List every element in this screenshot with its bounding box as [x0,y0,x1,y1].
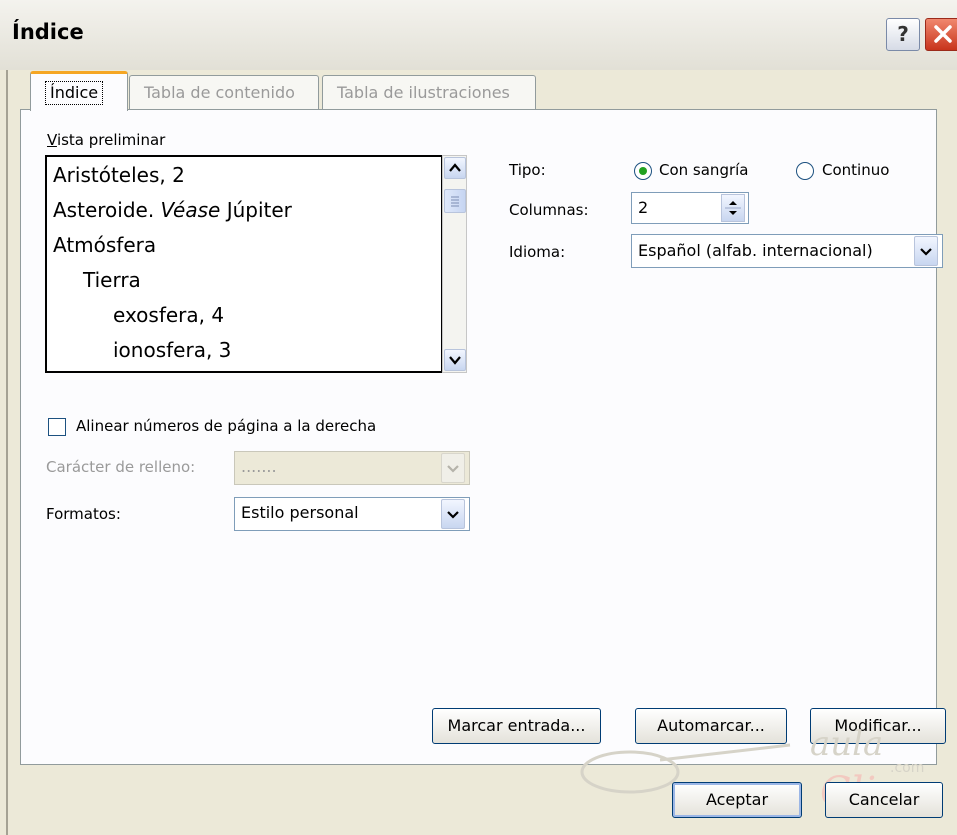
idioma-label: Idioma: [509,243,566,261]
preview-line: Aristóteles, 2 [53,163,185,187]
tab-indice[interactable]: Índice [30,71,128,111]
chevron-down-icon [447,465,459,473]
radio-continuo-label: Continuo [822,161,890,179]
columnas-label: Columnas: [509,201,589,219]
spin-buttons[interactable] [721,194,745,222]
relleno-dropdown-button [441,453,465,483]
relleno-label: Carácter de relleno: [46,458,196,476]
preview-label-text: ista preliminar [56,131,166,149]
columnas-value: 2 [638,198,649,217]
svg-text:aula: aula [810,724,883,764]
preview-line: Asteroide. Véase Júpiter [53,198,292,222]
tipo-label: Tipo: [509,161,546,179]
spin-arrows-icon [725,201,741,215]
relleno-value: ....... [241,457,277,476]
scroll-down-button[interactable] [444,349,466,371]
idioma-value: Español (alfab. internacional) [638,241,873,260]
alinear-label: Alinear números de página a la derecha [76,417,377,435]
preview-line: ionosfera, 3 [113,338,232,362]
idioma-select[interactable]: Español (alfab. internacional) [631,234,943,268]
close-icon [934,25,952,43]
radio-con-sangria[interactable] [634,162,652,180]
tab-tabla-de-ilustraciones-label: Tabla de ilustraciones [337,83,510,102]
chevron-up-icon [449,163,461,172]
preview-line-part: Júpiter [220,198,292,222]
preview-line-part: Asteroide. [53,198,161,222]
formatos-dropdown-button[interactable] [441,499,465,529]
preview-box: Aristóteles, 2 Asteroide. Véase Júpiter … [45,155,443,373]
cancelar-button[interactable]: Cancelar [825,782,943,818]
radio-continuo[interactable] [796,162,814,180]
radio-con-sangria-label: Con sangría [659,161,749,179]
dialog-frame [6,70,8,835]
preview-scrollbar[interactable] [442,155,467,373]
chevron-down-icon [447,511,459,519]
preview-line: exosfera, 4 [113,303,225,327]
preview-line: Tierra [83,268,141,292]
formatos-select[interactable]: Estilo personal [234,497,470,531]
preview-line-italic: Véase [160,198,221,222]
chevron-down-icon [920,248,932,256]
grip-icon [451,196,459,207]
tab-tabla-de-ilustraciones[interactable]: Tabla de ilustraciones [322,75,536,110]
help-button[interactable]: ? [886,18,920,51]
tab-tabla-de-contenido[interactable]: Tabla de contenido [129,75,319,110]
tab-tabla-de-contenido-label: Tabla de contenido [144,83,295,102]
title-bar: Índice ? [0,0,957,71]
aceptar-button[interactable]: Aceptar [672,782,802,818]
formatos-value: Estilo personal [241,503,359,522]
formatos-label: Formatos: [46,505,121,523]
tab-indice-label: Índice [50,83,99,102]
radio-selected-dot [639,167,647,175]
relleno-select: ....... [234,451,470,485]
preview-label: Vista preliminar [47,131,166,149]
window-title: Índice [12,20,84,44]
preview-line: Atmósfera [53,233,157,257]
scroll-thumb[interactable] [444,189,466,213]
scroll-up-button[interactable] [444,157,466,179]
idioma-dropdown-button[interactable] [914,236,938,266]
chevron-down-icon [449,356,461,365]
alinear-checkbox[interactable] [48,418,66,436]
close-button[interactable] [925,18,957,51]
